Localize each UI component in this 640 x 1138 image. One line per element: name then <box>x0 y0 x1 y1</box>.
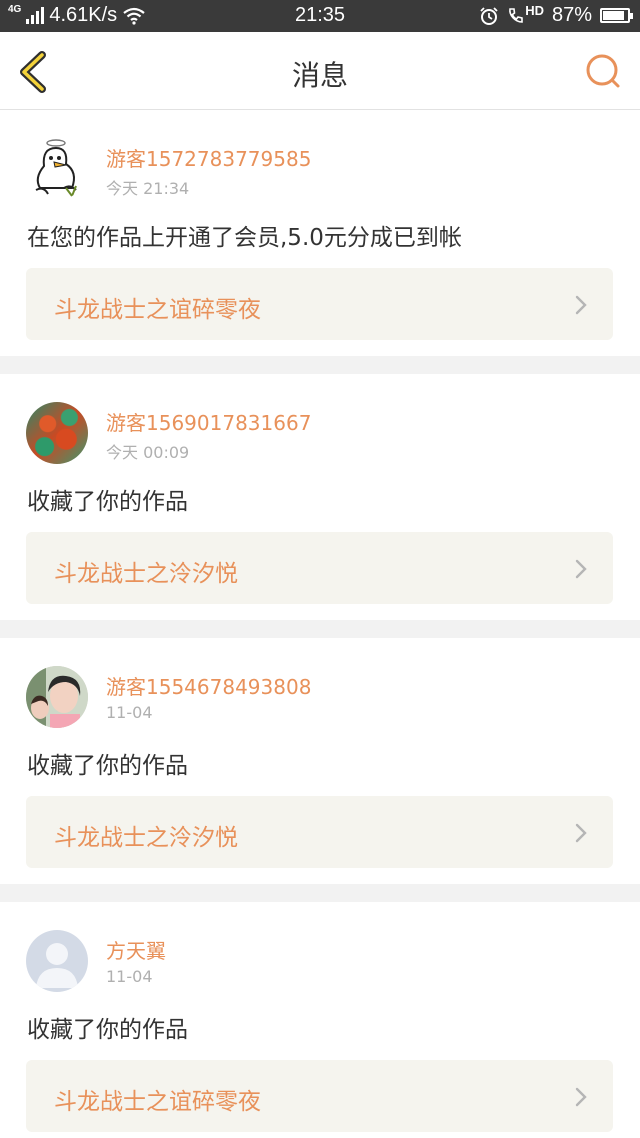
message-text: 在您的作品上开通了会员,5.0元分成已到帐 <box>27 225 462 251</box>
app-header: 消息 <box>0 32 640 110</box>
username[interactable]: 游客1572783779585 <box>106 143 311 172</box>
battery-percent: 87% <box>551 4 592 26</box>
cartoon-bird-avatar[interactable] <box>26 138 88 200</box>
message-text: 收藏了你的作品 <box>27 489 188 515</box>
timestamp: 11-04 <box>106 703 153 722</box>
chevron-right-icon <box>575 1087 587 1107</box>
volte-hd-icon: HD <box>507 3 544 25</box>
work-link[interactable]: 斗龙战士之谊碎零夜 <box>26 1060 613 1132</box>
message-text: 收藏了你的作品 <box>27 753 188 779</box>
page-title: 消息 <box>291 59 348 92</box>
timestamp: 今天 21:34 <box>106 179 190 198</box>
work-title: 斗龙战士之谊碎零夜 <box>54 1089 261 1115</box>
message-card: 游客1572783779585 今天 21:34 在您的作品上开通了会员,5.0… <box>0 110 640 356</box>
work-title: 斗龙战士之泠汐悦 <box>54 825 238 851</box>
work-title: 斗龙战士之谊碎零夜 <box>54 297 261 323</box>
message-card: 游客1554678493808 11-04 收藏了你的作品 斗龙战士之泠汐悦 <box>0 638 640 884</box>
message-card: 方天翼 11-04 收藏了你的作品 斗龙战士之谊碎零夜 <box>0 902 640 1138</box>
message-card: 游客1569017831667 今天 00:09 收藏了你的作品 斗龙战士之泠汐… <box>0 374 640 620</box>
username[interactable]: 游客1569017831667 <box>106 407 311 436</box>
work-link[interactable]: 斗龙战士之谊碎零夜 <box>26 268 613 340</box>
work-link[interactable]: 斗龙战士之泠汐悦 <box>26 796 613 868</box>
status-bar: 4G 4.61K/s 21:35 HD 87% <box>0 0 640 32</box>
search-button[interactable] <box>582 50 626 94</box>
timestamp: 11-04 <box>106 967 153 986</box>
battery-icon <box>600 8 633 23</box>
work-title: 斗龙战士之泠汐悦 <box>54 561 238 587</box>
search-icon <box>586 54 620 88</box>
username[interactable]: 方天翼 <box>106 935 166 964</box>
default-user-avatar[interactable] <box>26 930 88 992</box>
chevron-right-icon <box>575 295 587 315</box>
timestamp: 今天 00:09 <box>106 443 190 462</box>
message-text: 收藏了你的作品 <box>27 1017 188 1043</box>
colorful-pattern-avatar[interactable] <box>26 402 88 464</box>
status-right: HD 87% <box>479 3 633 27</box>
photo-avatar[interactable] <box>26 666 88 728</box>
work-link[interactable]: 斗龙战士之泠汐悦 <box>26 532 613 604</box>
chevron-right-icon <box>575 823 587 843</box>
chevron-right-icon <box>575 559 587 579</box>
alarm-icon <box>480 6 498 25</box>
username[interactable]: 游客1554678493808 <box>106 671 311 700</box>
